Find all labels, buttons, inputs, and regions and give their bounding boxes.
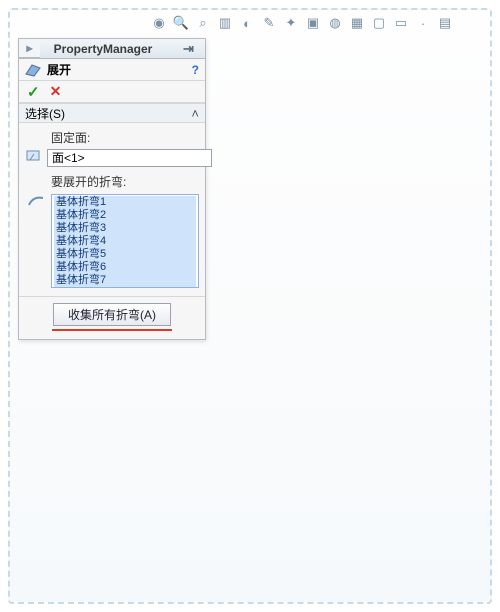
selection-section-body: 固定面: 要展开的折弯: 基体折弯1 基体折弯2 基体折弯3 基体折弯4 基体折… [19,123,205,296]
list-item[interactable]: 基体折弯5 [54,248,196,261]
list-item[interactable]: 基体折弯3 [54,222,196,235]
collect-all-bends-button[interactable]: 收集所有折弯(A) [53,303,171,326]
collapse-icon: ˄ [191,106,199,121]
views-icon[interactable]: ▤ [436,14,454,32]
pm-header: ▸ PropertyManager ⇥ [19,39,205,59]
app-frame: ◉ 🔍 ⌕ ▥ ◐ ✎ ✦ ▣ ◍ ▦ ▢ ▭ · ▤ [8,8,492,604]
ok-button[interactable]: ✓ [27,83,40,101]
unfold-icon [25,62,41,78]
paint-icon[interactable]: ✎ [260,14,278,32]
list-item[interactable]: 基体折弯4 [54,235,196,248]
draft-icon[interactable]: ▦ [348,14,366,32]
cancel-button[interactable]: ✕ [50,83,62,100]
highlight-underline [52,329,172,331]
list-item[interactable]: 基体折弯6 [54,261,196,274]
collect-row: 收集所有折弯(A) [19,296,205,339]
fixed-face-input[interactable] [47,149,212,167]
list-item[interactable]: 基体折弯1 [54,196,196,209]
bend-picker-icon[interactable] [25,192,47,211]
section-icon[interactable]: ▥ [216,14,234,32]
watermark-l1: SW [434,541,450,552]
show-icon[interactable]: ◐ [238,14,256,32]
ok-cancel-row: ✓ ✕ [19,81,205,103]
watermark: SW 研习社 [412,524,472,584]
edit-icon[interactable]: ✦ [282,14,300,32]
hidden-icon[interactable]: ▭ [392,14,410,32]
face-picker-icon[interactable] [25,148,43,167]
property-manager-panel: ▸ PropertyManager ⇥ 展开 ? ✓ ✕ 选择(S) ˄ 固定面… [18,38,206,340]
watermark-l2: 研习社 [427,552,457,567]
bends-label: 要展开的折弯: [51,173,199,190]
loupe-icon[interactable]: ⌕ [194,14,212,32]
help-icon[interactable]: ? [192,63,199,77]
feature-name: 展开 [47,61,186,78]
section-title: 选择(S) [25,105,65,122]
pm-tab-icon[interactable]: ▸ [18,38,40,58]
view-toolbar: ◉ 🔍 ⌕ ▥ ◐ ✎ ✦ ▣ ◍ ▦ ▢ ▭ · ▤ [10,12,490,34]
bends-listbox[interactable]: 基体折弯1 基体折弯2 基体折弯3 基体折弯4 基体折弯5 基体折弯6 基体折弯… [51,194,199,288]
toolbar-sep: · [414,14,432,32]
selection-section-header[interactable]: 选择(S) ˄ [19,103,205,123]
list-item[interactable]: 基体折弯7 [54,274,196,287]
fixed-face-label: 固定面: [51,129,199,146]
style-icon[interactable]: ◍ [326,14,344,32]
scene-icon[interactable]: ▣ [304,14,322,32]
zoom-icon[interactable]: 🔍 [172,14,190,32]
pin-icon[interactable]: ⇥ [183,41,201,57]
orbit-icon[interactable]: ◉ [150,14,168,32]
pm-title: PropertyManager [23,42,183,56]
feature-row: 展开 ? [19,59,205,81]
shaded-icon[interactable]: ▢ [370,14,388,32]
list-item[interactable]: 基体折弯2 [54,209,196,222]
